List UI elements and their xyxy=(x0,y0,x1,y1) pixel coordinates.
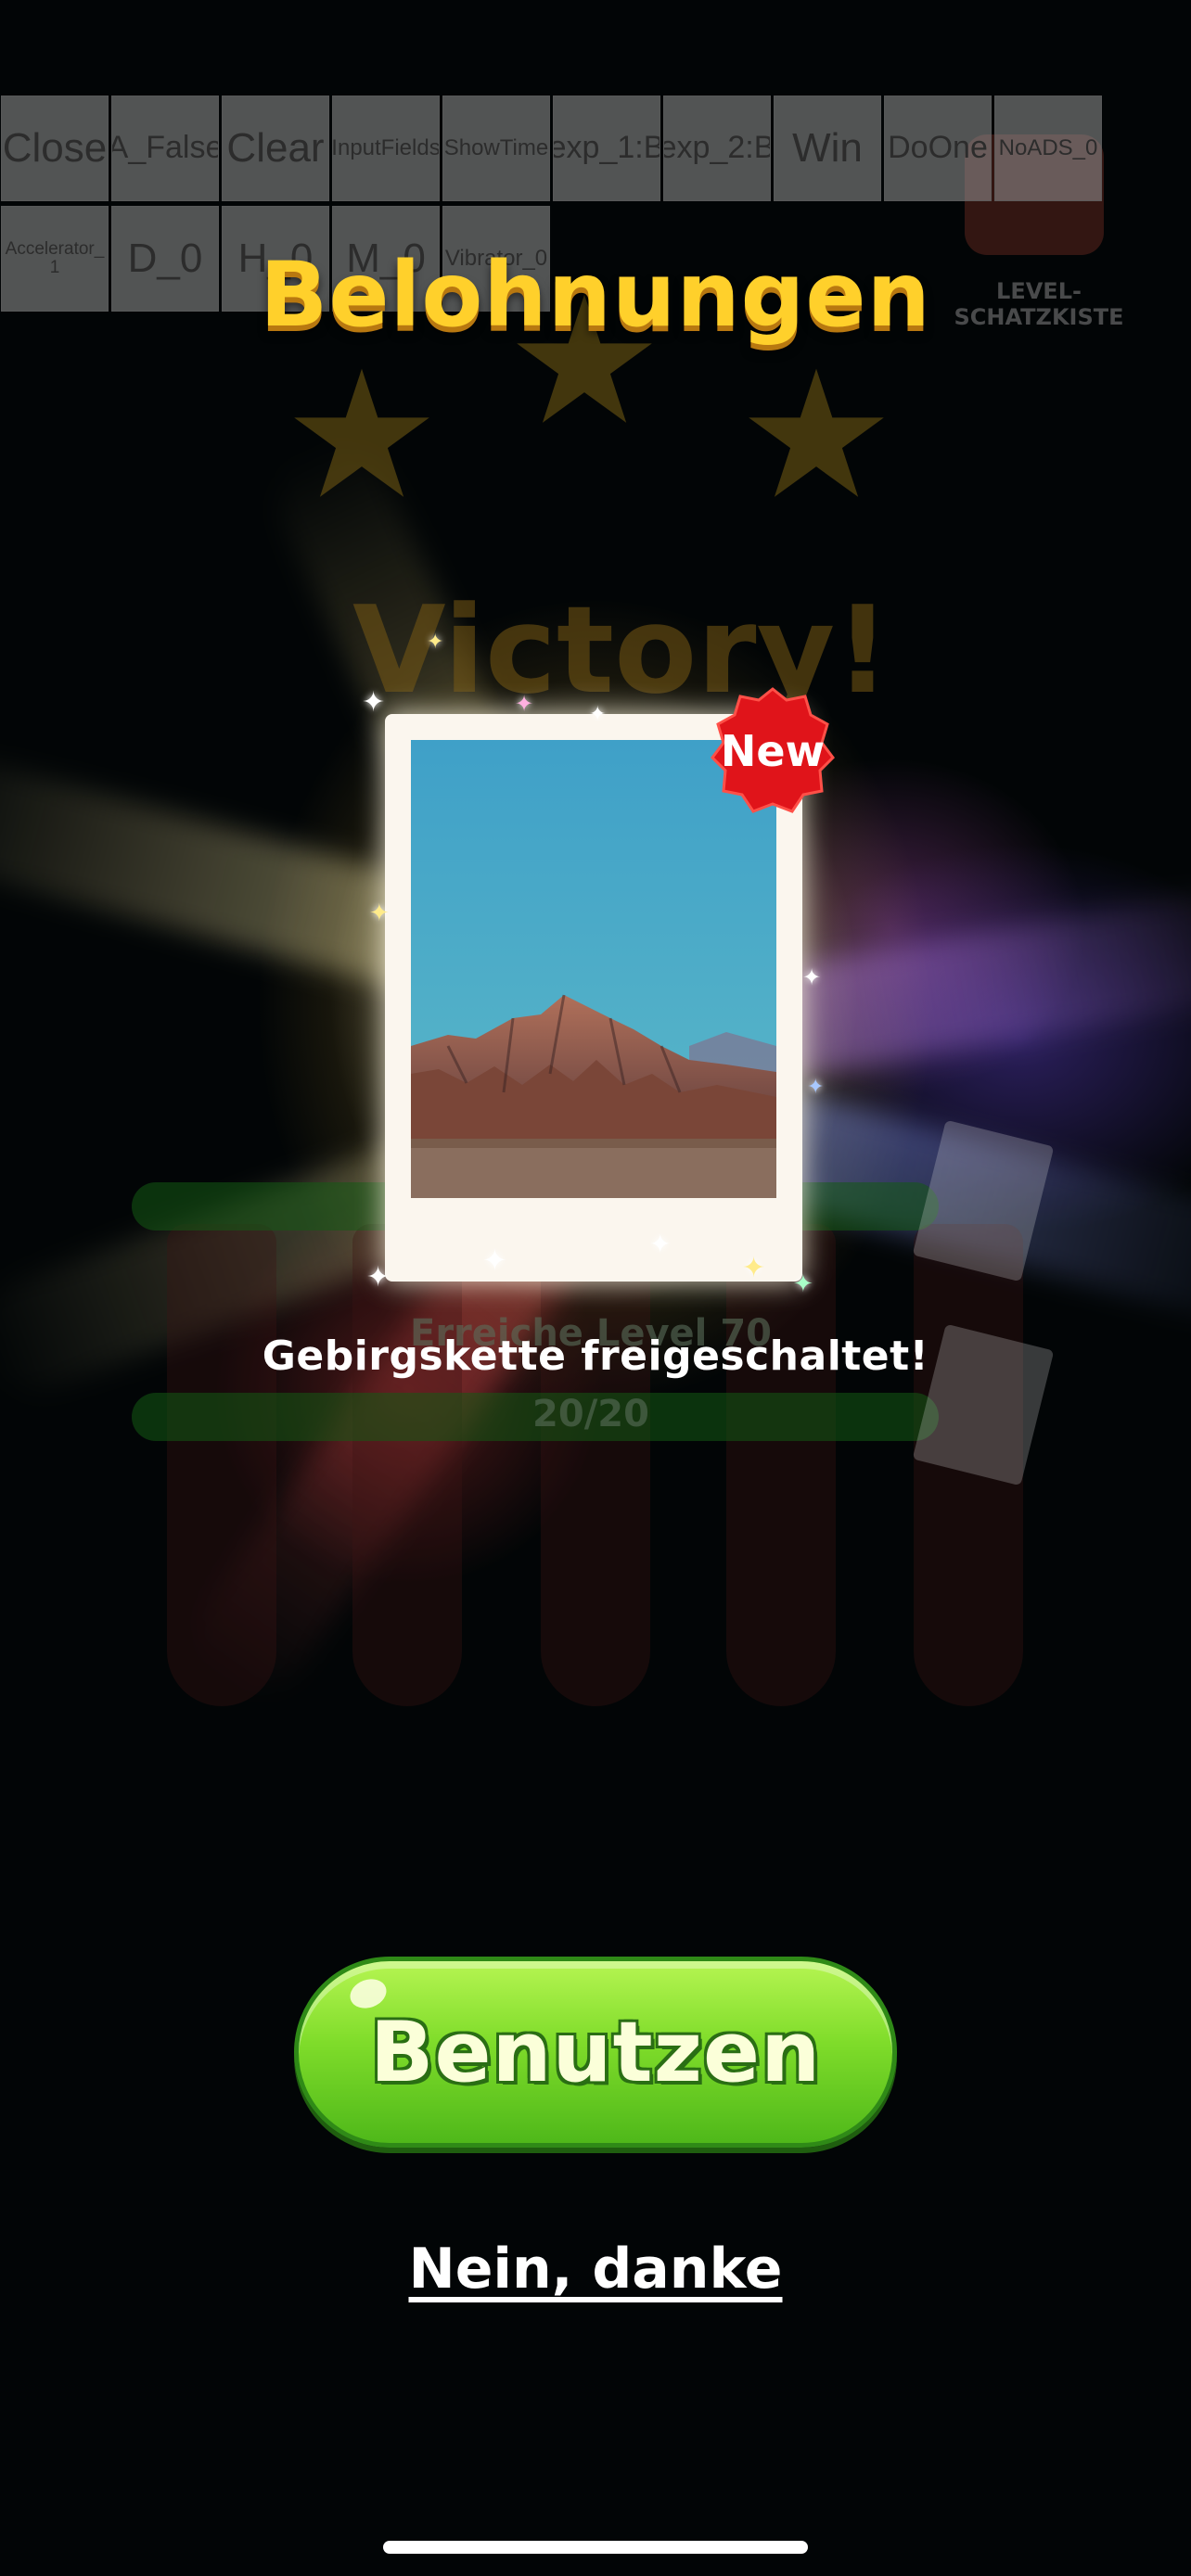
use-button-label: Benutzen xyxy=(369,2003,822,2101)
new-badge: New xyxy=(703,682,842,821)
sparkle-icon: ✦ xyxy=(362,686,386,719)
home-indicator[interactable] xyxy=(383,2541,808,2554)
sparkle-icon: ✦ xyxy=(742,1252,766,1284)
new-badge-label: New xyxy=(720,726,826,776)
sparkle-icon: ✦ xyxy=(369,899,390,927)
debug-exp2-button[interactable]: exp_2:B xyxy=(663,96,771,201)
sparkle-icon: ✦ xyxy=(482,1243,507,1278)
decline-button-label: Nein, danke xyxy=(408,2237,783,2302)
use-button[interactable]: Benutzen xyxy=(294,1957,897,2148)
background-tube xyxy=(167,1224,276,1706)
debug-showtime-button[interactable]: ShowTime xyxy=(442,96,550,201)
debug-exp1-button[interactable]: exp_1:B xyxy=(553,96,660,201)
sparkle-icon: ✦ xyxy=(802,964,822,990)
sparkle-icon: ✦ xyxy=(793,1270,813,1298)
sparkle-icon: ✦ xyxy=(366,1261,391,1294)
debug-inputfields-button[interactable]: InputFields xyxy=(332,96,440,201)
unlock-message: Gebirgskette freigeschaltet! xyxy=(262,1333,929,1380)
sparkle-icon: ✦ xyxy=(427,631,444,654)
progress-bar-text: 20/20 xyxy=(532,1393,649,1435)
debug-noads-button[interactable]: NoADS_0 xyxy=(994,96,1102,201)
sparkle-icon: ✦ xyxy=(589,703,607,726)
sparkle-icon: ✦ xyxy=(807,1076,825,1099)
sparkle-icon: ✦ xyxy=(515,691,534,717)
debug-close-button[interactable]: Close xyxy=(1,96,109,201)
sparkle-icon: ✦ xyxy=(649,1229,672,1259)
decline-button[interactable]: Nein, danke xyxy=(0,2237,1191,2302)
star-icon: ★ xyxy=(736,333,896,538)
debug-win-button[interactable]: Win xyxy=(774,96,881,201)
debug-a-false-button[interactable]: A_False xyxy=(111,96,219,201)
debug-doone-button[interactable]: DoOne xyxy=(884,96,992,201)
popup-title: Belohnungen xyxy=(260,243,931,347)
star-icon: ★ xyxy=(282,333,442,538)
debug-clear-button[interactable]: Clear xyxy=(222,96,329,201)
